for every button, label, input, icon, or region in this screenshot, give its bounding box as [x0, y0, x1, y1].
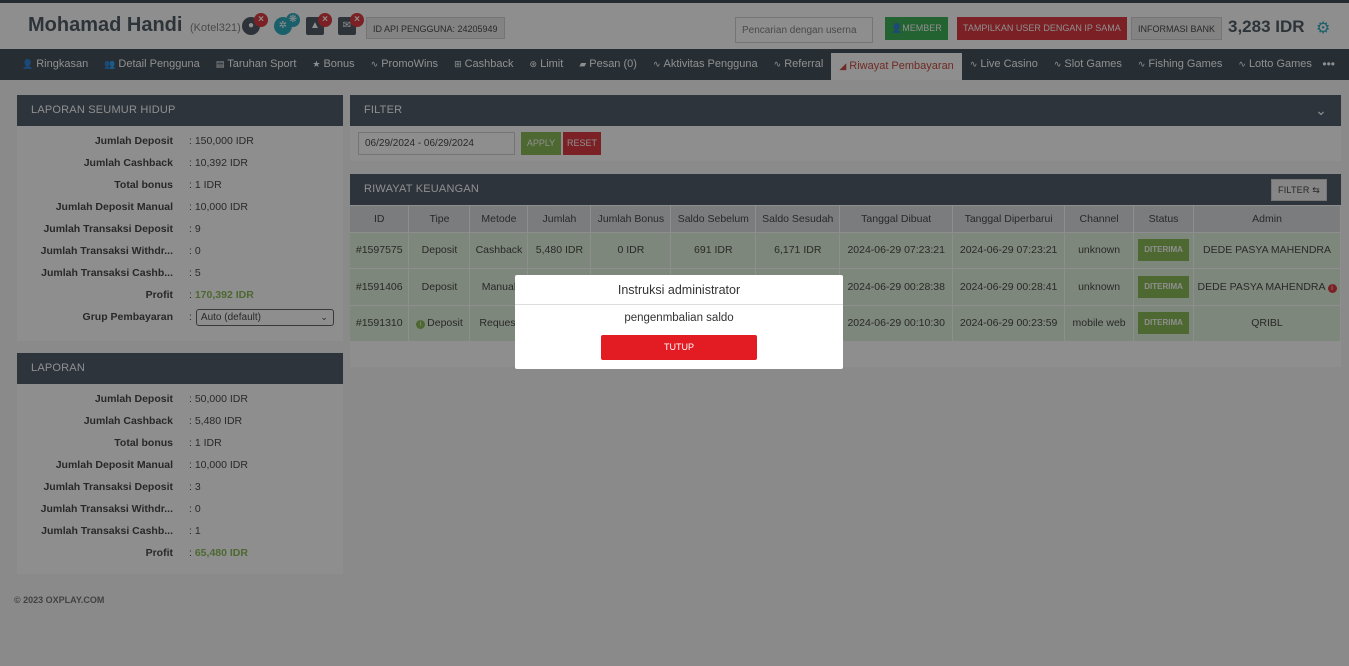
modal-message: pengenmbalian saldo: [624, 312, 734, 324]
admin-instruction-modal: Instruksi administrator pengenmbalian sa…: [515, 275, 843, 369]
close-button[interactable]: TUTUP: [601, 335, 757, 360]
modal-title: Instruksi administrator: [515, 275, 843, 305]
